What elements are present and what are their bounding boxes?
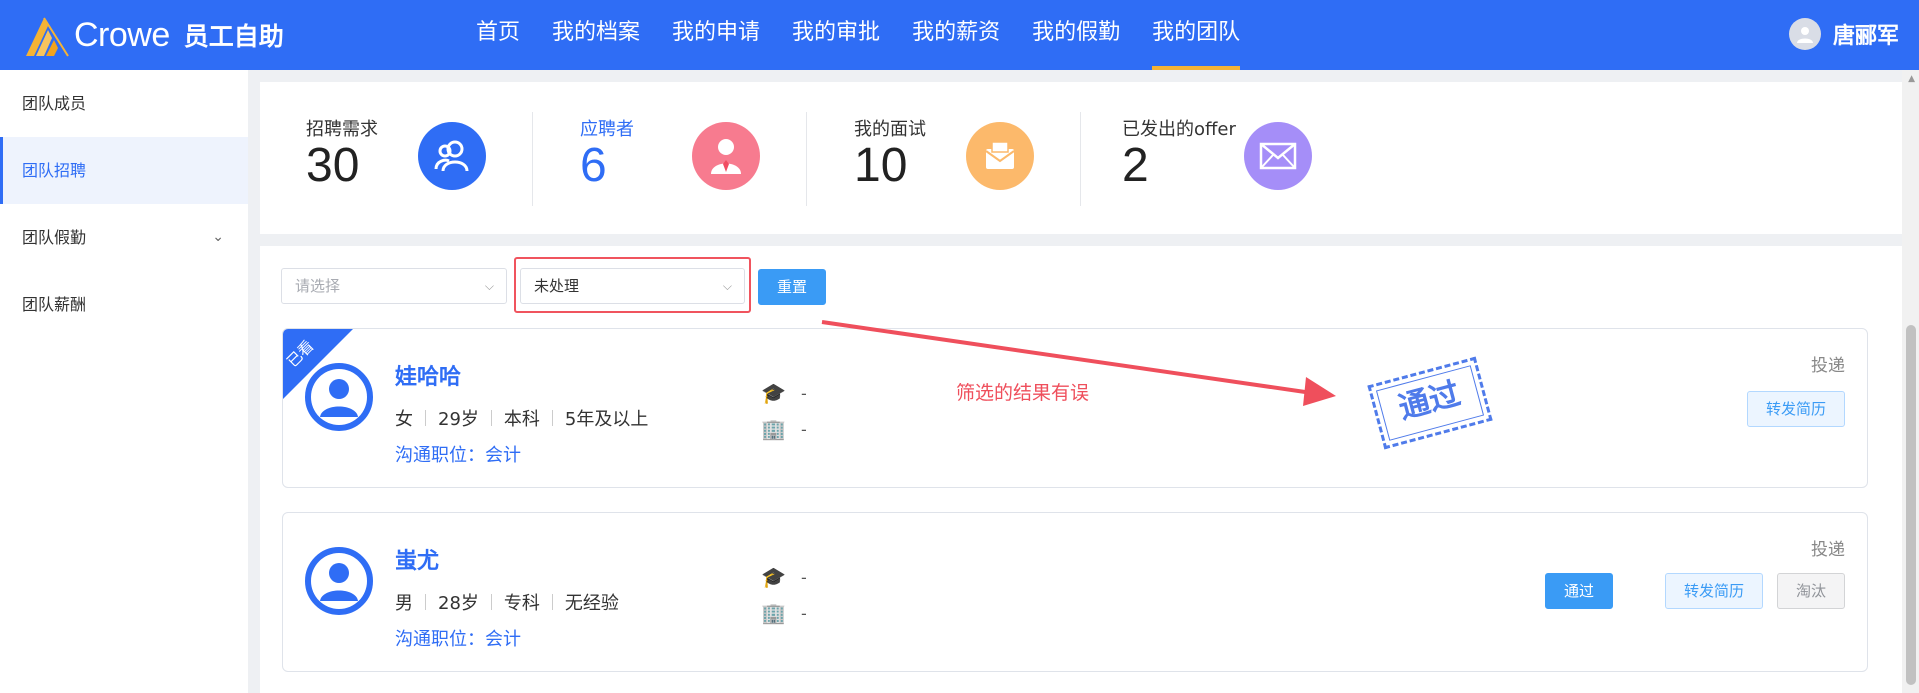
stat-value: 30 [306, 139, 360, 192]
school-info: 🎓 - [761, 381, 807, 405]
candidate-gender: 女 [395, 409, 413, 430]
graduation-cap-icon: 🎓 [761, 381, 786, 405]
divider [532, 112, 533, 206]
divider [1080, 112, 1081, 206]
candidate-education: 本科 [503, 409, 540, 430]
brand-name: Crowe [74, 15, 170, 54]
interview-icon [966, 122, 1034, 190]
candidate-position: 沟通职位：会计 [395, 445, 521, 466]
applicant-icon [692, 122, 760, 190]
nav-profile[interactable]: 我的档案 [536, 0, 656, 70]
annotation-text: 筛选的结果有误 [956, 382, 1090, 404]
scrollbar-thumb[interactable] [1906, 325, 1916, 685]
candidate-meta: 男 28岁 专科 无经验 [395, 589, 619, 615]
candidate-education: 专科 [503, 593, 540, 614]
reject-button[interactable]: 淘汰 [1777, 573, 1845, 609]
chevron-down-icon: ⌵ [484, 279, 494, 293]
status-select-1[interactable]: 请选择 ⌵ [281, 268, 507, 304]
nav-salary[interactable]: 我的薪资 [896, 0, 1016, 70]
candidate-position: 沟通职位：会计 [395, 629, 521, 650]
nav-my-team[interactable]: 我的团队 [1136, 0, 1256, 70]
candidate-age: 29岁 [438, 409, 479, 430]
company-value: - [801, 419, 807, 439]
company-info: 🏢 - [761, 601, 807, 625]
sidebar-item-label: 团队假勤 [22, 228, 87, 247]
users-icon [418, 122, 486, 190]
avatar [305, 547, 373, 615]
pass-button[interactable]: 通过 [1545, 573, 1613, 609]
nav-attendance[interactable]: 我的假勤 [1016, 0, 1136, 70]
reset-button[interactable]: 重置 [758, 269, 826, 305]
candidate-experience: 5年及以上 [564, 409, 649, 430]
candidate-card[interactable]: 蚩尤 男 28岁 专科 无经验 沟通职位：会计 🎓 - 🏢 - 投递 通过 转发… [282, 512, 1868, 672]
nav-applications[interactable]: 我的申请 [656, 0, 776, 70]
candidate-experience: 无经验 [564, 593, 619, 614]
nav-home[interactable]: 首页 [460, 0, 536, 70]
forward-resume-button[interactable]: 转发简历 [1665, 573, 1763, 609]
candidate-gender: 男 [395, 593, 413, 614]
stat-value: 6 [580, 139, 607, 192]
source-label: 投递 [1811, 356, 1845, 376]
sidebar-item-team-recruitment[interactable]: 团队招聘 [0, 137, 248, 204]
user-avatar-icon [1788, 18, 1821, 50]
divider [806, 112, 807, 206]
sidebar: 团队成员 团队招聘 团队假勤 ⌄ 团队薪酬 [0, 70, 248, 693]
school-value: - [801, 567, 807, 587]
stat-value: 10 [854, 139, 908, 192]
candidate-meta: 女 29岁 本科 5年及以上 [395, 405, 648, 431]
user-name: 唐郦军 [1832, 24, 1899, 49]
candidate-card[interactable]: 已看 娃哈哈 女 29岁 本科 5年及以上 沟通职位：会计 🎓 - 🏢 - 投递… [282, 328, 1868, 488]
annotation-highlight-box [514, 257, 751, 313]
select-placeholder: 请选择 [295, 277, 341, 295]
sidebar-item-team-members[interactable]: 团队成员 [0, 70, 248, 137]
building-icon: 🏢 [761, 417, 786, 441]
app-title: 员工自助 [183, 22, 284, 51]
graduation-cap-icon: 🎓 [761, 565, 786, 589]
company-value: - [801, 603, 807, 623]
candidate-name[interactable]: 蚩尤 [395, 543, 439, 575]
main-nav: 首页 我的档案 我的申请 我的审批 我的薪资 我的假勤 我的团队 [460, 0, 1256, 70]
scroll-up-icon[interactable]: ▲ [1908, 74, 1915, 84]
logo[interactable]: Crowe 员工自助 [22, 12, 284, 58]
avatar [305, 363, 373, 431]
mail-icon [1244, 122, 1312, 190]
stat-value: 2 [1122, 139, 1149, 192]
stats-panel: 招聘需求 30 应聘者 6 我的面试 10 已发出的offer 2 [260, 82, 1902, 234]
sidebar-item-team-attendance[interactable]: 团队假勤 ⌄ [0, 204, 248, 271]
source-label: 投递 [1811, 540, 1845, 560]
chevron-down-icon: ⌄ [212, 229, 224, 245]
user-menu[interactable]: 唐郦军 [1788, 18, 1899, 50]
candidate-age: 28岁 [438, 593, 479, 614]
school-info: 🎓 - [761, 565, 807, 589]
nav-approvals[interactable]: 我的审批 [776, 0, 896, 70]
school-value: - [801, 383, 807, 403]
building-icon: 🏢 [761, 601, 786, 625]
sidebar-item-team-compensation[interactable]: 团队薪酬 [0, 271, 248, 338]
company-info: 🏢 - [761, 417, 807, 441]
top-header: Crowe 员工自助 首页 我的档案 我的申请 我的审批 我的薪资 我的假勤 我… [0, 0, 1919, 70]
forward-resume-button[interactable]: 转发简历 [1747, 391, 1845, 427]
crowe-logo-icon [26, 17, 69, 57]
candidate-name[interactable]: 娃哈哈 [395, 359, 461, 391]
